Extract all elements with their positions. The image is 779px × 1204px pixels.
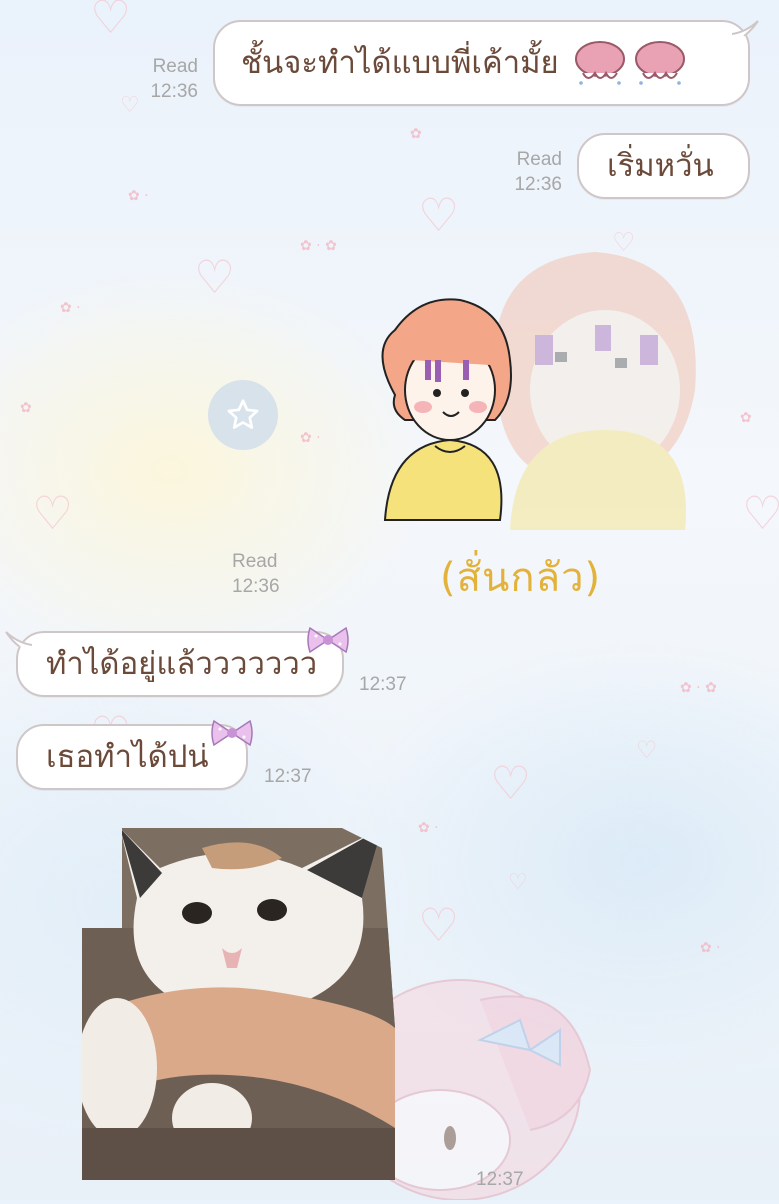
background-heart-icon: ♡: [418, 188, 460, 242]
read-receipt: Read: [232, 551, 278, 572]
message-text: เธอทำได้ปน่: [46, 738, 209, 775]
background-heart-icon: ♡: [742, 486, 779, 540]
sparkle-icon: ✿: [20, 400, 32, 416]
message-time: 12:36: [232, 576, 280, 597]
bow-icon: [306, 622, 350, 662]
bow-icon: [210, 715, 254, 755]
background-heart-icon: ♡: [490, 756, 532, 810]
photo-message[interactable]: [82, 828, 395, 1180]
sticker-caption: (สั่นกลัว): [440, 555, 602, 601]
sparkle-icon: ✿: [410, 126, 422, 142]
message-bubble-sent[interactable]: ชั้นจะทำได้แบบพี่เค้ามั้ย: [213, 20, 750, 106]
sparkle-icon: ✿ ·: [60, 300, 81, 316]
message-time: 12:37: [264, 766, 312, 787]
message-bubble-sent[interactable]: เริ่มหวั่น: [577, 133, 750, 199]
message-time: 12:37: [359, 674, 407, 695]
message-meta: Read 12:36: [232, 549, 302, 599]
sparkle-icon: ✿ ·: [418, 820, 439, 836]
background-heart-icon: ♡: [636, 736, 658, 764]
sparkle-icon: ✿ · ✿: [680, 680, 717, 696]
sparkle-icon: ✿ ·: [128, 188, 149, 204]
background-heart-icon: ♡: [508, 870, 528, 895]
message-time: 12:36: [514, 174, 562, 195]
message-text: เริ่มหวั่น: [607, 147, 714, 184]
sparkle-icon: ✿ · ✿: [300, 238, 337, 254]
message-bubble-received[interactable]: ทำได้อยู่แล้ววววววว: [16, 631, 344, 697]
message-text: ชั้นจะทำได้แบบพี่เค้ามั้ย: [241, 44, 559, 81]
favorite-sticker-button[interactable]: [208, 380, 278, 450]
background-heart-icon: ♡: [90, 0, 132, 44]
bubble-tail: [4, 631, 33, 648]
message-meta: Read 12:36: [120, 54, 198, 104]
message-time: 12:37: [476, 1169, 524, 1190]
sticker-image[interactable]: [365, 240, 745, 540]
star-icon: [227, 399, 259, 429]
sparkle-icon: ✿ ·: [300, 430, 321, 446]
background-heart-icon: ♡: [32, 486, 74, 540]
background-heart-icon: ♡: [194, 250, 236, 304]
paw-emoji-icon: [573, 39, 687, 87]
message-meta: Read 12:36: [484, 147, 562, 197]
message-text: ทำได้อยู่แล้ววววววว: [46, 645, 318, 682]
read-receipt: Read: [152, 56, 198, 77]
bubble-tail: [731, 20, 760, 37]
message-time: 12:36: [150, 81, 198, 102]
sparkle-icon: ✿ ·: [700, 940, 721, 956]
read-receipt: Read: [516, 149, 562, 170]
